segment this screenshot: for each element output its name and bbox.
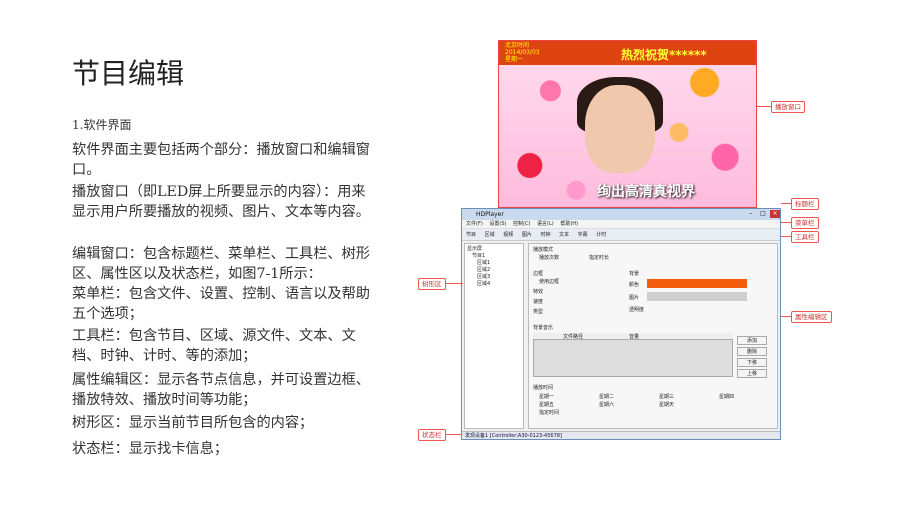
label-play-time: 播放时间 (533, 385, 554, 391)
image-path-field[interactable] (647, 292, 747, 301)
paragraph-tree: 树形区：显示当前节目所包含的内容； (72, 415, 314, 431)
label-bg-music: 背景音乐 (533, 325, 554, 331)
paragraph-playback: 播放窗口（即LED屏上所要显示的内容）：用来显示用户所要播放的视频、图片、文本等… (72, 184, 370, 220)
callout-play-window: 播放窗口 (771, 101, 805, 113)
radio-color[interactable]: 颜色 (629, 281, 639, 288)
tool-clock[interactable]: 时钟 (540, 232, 550, 238)
callout-tree-area: 树形区 (418, 278, 446, 290)
minimize-button[interactable]: – (746, 210, 756, 218)
checkbox-wed[interactable]: 星期三 (659, 393, 674, 400)
callout-title-bar: 标题栏 (791, 198, 819, 210)
radio-image[interactable]: 图片 (629, 294, 639, 301)
add-music-button[interactable]: 添加 (737, 336, 767, 345)
paragraph-menu: 菜单栏：包含文件、设置、控制、语言以及帮助五个选项； (72, 286, 370, 322)
label-effect: 特效 (533, 289, 544, 295)
callout-prop-area: 属性编辑区 (791, 311, 832, 323)
menu-bar: 文件(F) 设置(S) 控制(C) 语言(L) 帮助(H) (462, 220, 780, 229)
checkbox-mon[interactable]: 星期一 (539, 393, 554, 400)
clock-text: 北京时间 2014/03/03 星期一 (505, 42, 540, 63)
tree-node-area4[interactable]: 区域4 (467, 281, 521, 288)
tree-node-area1[interactable]: 区域1 (467, 260, 521, 267)
checkbox-fixed-time[interactable]: 指定时间 (539, 409, 559, 416)
callout-line-props (781, 316, 791, 317)
col-path: 文件路径 (563, 334, 584, 340)
tree-node-screen[interactable]: 显示屏 (467, 246, 521, 253)
callout-line-play (757, 106, 771, 107)
callout-line-status (446, 434, 462, 435)
callout-status-bar: 状态栏 (418, 429, 446, 441)
status-bar: 发现设备1 [Controller:A30-0123-45678] (462, 431, 780, 439)
slide-subtitle: 1.软件界面 (72, 118, 132, 132)
callout-line-title (781, 203, 791, 204)
move-up-button[interactable]: 上移 (737, 369, 767, 378)
label-background: 背景 (629, 271, 640, 277)
label-speed: 速度 (533, 299, 544, 305)
move-down-button[interactable]: 下移 (737, 358, 767, 367)
callout-menu-bar: 菜单栏 (791, 217, 819, 229)
tool-bar: 节目 区域 视频 图片 时钟 文本 字幕 计时 (462, 229, 780, 241)
model-face (585, 85, 655, 173)
tool-program[interactable]: 节目 (466, 232, 476, 238)
property-area: 播放模式 播放次数 指定时长 边框 使用边框 特效 速度 类型 背景 颜色 图片… (528, 243, 778, 429)
close-button[interactable]: × (770, 210, 780, 218)
menu-settings[interactable]: 设置(S) (489, 221, 506, 227)
paragraph-props: 属性编辑区：显示各节点信息，并可设置边框、播放特效、播放时间等功能； (72, 372, 370, 408)
tool-video[interactable]: 视频 (503, 232, 513, 238)
music-table-header: 文件路径 音量 (533, 333, 733, 340)
menu-file[interactable]: 文件(F) (466, 221, 483, 227)
paragraph-intro: 软件界面主要包括两个部分：播放窗口和编辑窗口。 (72, 142, 370, 178)
tool-timer[interactable]: 计时 (596, 232, 606, 238)
paragraph-status: 状态栏：显示找卡信息； (72, 441, 229, 457)
callout-line-tool (781, 236, 791, 237)
paragraph-editor: 编辑窗口：包含标题栏、菜单栏、工具栏、树形区、属性区以及状态栏，如图7-1所示： (72, 246, 370, 282)
playback-banner: 绚出高清真视界 (597, 184, 695, 200)
app-title: HDPlayer (476, 211, 504, 218)
tool-area[interactable]: 区域 (485, 232, 495, 238)
title-bar: HDPlayer – □ × (462, 209, 780, 220)
checkbox-sun[interactable]: 星期天 (659, 401, 674, 408)
callout-tool-bar: 工具栏 (791, 231, 819, 243)
checkbox-sat[interactable]: 星期六 (599, 401, 614, 408)
checkbox-fri[interactable]: 星期五 (539, 401, 554, 408)
label-type: 类型 (533, 309, 544, 315)
delete-music-button[interactable]: 删除 (737, 347, 767, 356)
tool-subtitle[interactable]: 字幕 (578, 232, 588, 238)
editor-window: HDPlayer – □ × 文件(F) 设置(S) 控制(C) 语言(L) 帮… (461, 208, 781, 440)
tool-text[interactable]: 文本 (559, 232, 569, 238)
maximize-button[interactable]: □ (758, 210, 768, 218)
tree-node-area3[interactable]: 区域3 (467, 274, 521, 281)
paragraph-toolbar: 工具栏：包含节目、区域、源文件、文本、文档、时钟、计时、等的添加； (72, 328, 356, 364)
col-volume: 音量 (629, 334, 640, 340)
checkbox-thu[interactable]: 星期四 (719, 393, 734, 400)
menu-language[interactable]: 语言(L) (537, 221, 554, 227)
scroll-text: 热烈祝贺****** (621, 48, 707, 62)
playback-header: 北京时间 2014/03/03 星期一 热烈祝贺****** (499, 41, 756, 65)
tool-image[interactable]: 图片 (522, 232, 532, 238)
callout-line-tree (443, 283, 463, 284)
radio-play-fixed[interactable]: 指定时长 (589, 254, 609, 261)
tree-node-program[interactable]: 节目1 (467, 253, 521, 260)
label-border: 边框 (533, 271, 544, 277)
tree-area: 显示屏 节目1 区域1 区域2 区域3 区域4 (464, 243, 524, 429)
callout-line-menu (781, 222, 791, 223)
color-swatch[interactable] (647, 279, 747, 288)
tree-node-area2[interactable]: 区域2 (467, 267, 521, 274)
slide-title: 节目编辑 (72, 57, 185, 90)
checkbox-tue[interactable]: 星期二 (599, 393, 614, 400)
label-play-mode: 播放模式 (533, 247, 554, 253)
label-opacity: 透明度 (629, 307, 645, 313)
menu-help[interactable]: 帮助(H) (560, 221, 578, 227)
playback-window: 北京时间 2014/03/03 星期一 热烈祝贺****** 绚出高清真视界 (498, 40, 757, 208)
radio-play-count[interactable]: 播放次数 (539, 254, 559, 261)
checkbox-use-border[interactable]: 使用边框 (539, 278, 559, 285)
menu-control[interactable]: 控制(C) (513, 221, 530, 227)
